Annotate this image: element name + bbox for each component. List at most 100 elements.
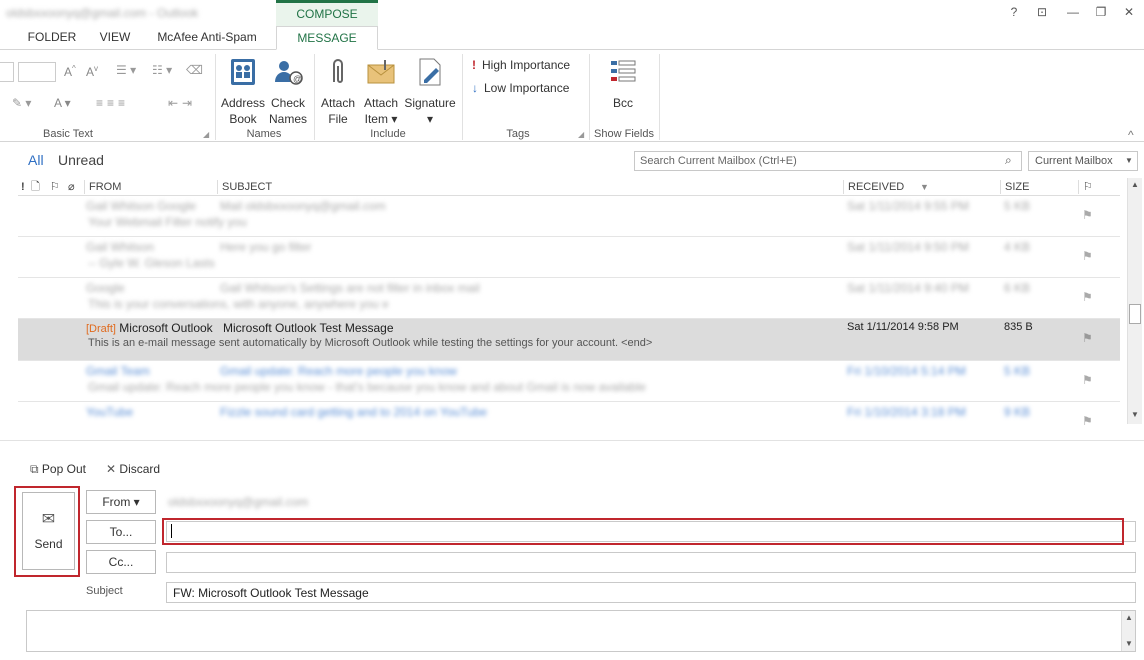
address-book-button[interactable]: Address Book (219, 56, 267, 127)
list-item[interactable]: YouTube Fizzle sound card getting and to… (18, 402, 1120, 438)
high-importance-button[interactable]: ! High Importance (472, 58, 570, 72)
group-separator (314, 54, 315, 140)
dialog-launcher-icon[interactable]: ◢ (203, 130, 209, 139)
flag-icon[interactable]: ⚑ (1082, 414, 1093, 428)
search-scope-dropdown[interactable]: Current Mailbox ▼ (1028, 151, 1138, 171)
importance-column-icon[interactable]: ! (21, 180, 25, 194)
attachment-column-icon[interactable]: ⌀ (68, 180, 75, 194)
shrink-font-icon[interactable]: Av (86, 64, 98, 79)
maximize-button[interactable]: ❐ (1092, 4, 1110, 20)
check-names-icon: @ (275, 61, 303, 85)
bcc-button[interactable]: Bcc (600, 56, 646, 111)
attach-file-button[interactable]: Attach File (318, 56, 358, 127)
tab-view[interactable]: VIEW (92, 26, 138, 48)
draft-from: [Draft] Microsoft Outlook (86, 321, 213, 335)
indent-icons[interactable]: ⇤⇥ (168, 96, 196, 110)
close-button[interactable]: ✕ (1120, 4, 1138, 20)
filter-all[interactable]: All (28, 152, 44, 168)
scroll-up-icon[interactable]: ▲ (1131, 180, 1139, 189)
envelope-attach-icon (367, 60, 395, 84)
flag-icon[interactable]: ⚑ (1082, 249, 1093, 263)
clear-formatting-icon[interactable]: ⌫ (186, 63, 203, 77)
bullets-icon[interactable]: ☰ ▾ (116, 63, 136, 77)
signature-icon (419, 58, 441, 86)
from-address: oldsbxxoonyq@gmail.com (168, 495, 309, 509)
column-from[interactable]: FROM (84, 180, 121, 194)
collapse-ribbon-icon[interactable]: ^ (1128, 128, 1134, 142)
arrow-down-icon: ↓ (472, 81, 478, 95)
low-importance-button[interactable]: ↓ Low Importance (472, 81, 569, 95)
list-item[interactable]: Google Gail Whitson's Settings are not f… (18, 278, 1120, 319)
send-button[interactable]: ✉ Send (22, 492, 75, 570)
tab-mcafee-anti-spam[interactable]: McAfee Anti-Spam (148, 26, 266, 48)
message-body[interactable]: ▲ ▼ (26, 610, 1136, 652)
pop-out-button[interactable]: ⧉ Pop Out (30, 462, 86, 477)
font-name-combo[interactable] (0, 62, 14, 82)
subject-label: Subject (86, 585, 123, 597)
body-scrollbar[interactable]: ▲ ▼ (1121, 611, 1135, 651)
tab-message[interactable]: MESSAGE (276, 26, 378, 50)
compose-tools-context-label: COMPOSE TOOLS (276, 0, 378, 43)
minimize-button[interactable]: — (1064, 4, 1082, 20)
column-received[interactable]: RECEIVED (843, 180, 904, 194)
flag-icon[interactable]: ⚑ (1082, 290, 1093, 304)
list-item[interactable]: Gmail Team Gmail update: Reach more peop… (18, 361, 1120, 402)
subject-input[interactable]: FW: Microsoft Outlook Test Message (166, 582, 1136, 603)
dialog-launcher-icon[interactable]: ◢ (578, 130, 584, 139)
signature-button[interactable]: Signature ▾ (402, 56, 458, 127)
check-names-button[interactable]: @ Check Names (267, 56, 309, 127)
numbering-icon[interactable]: ☷ ▾ (152, 63, 172, 77)
cc-input[interactable] (166, 552, 1136, 573)
column-size[interactable]: SIZE (1000, 180, 1029, 194)
text-cursor (171, 524, 172, 538)
title-bar: oldsbxxoonyq@gmail.com - Outlook COMPOSE… (0, 0, 1144, 43)
list-item[interactable]: Gail Whitson Google Mail oldsbxxoonyq@gm… (18, 196, 1120, 237)
reminder-column-icon[interactable]: ⚐ (50, 180, 60, 194)
scroll-down-icon[interactable]: ▼ (1131, 410, 1139, 419)
filter-unread[interactable]: Unread (58, 152, 104, 168)
align-icons[interactable]: ≡≡≡ (96, 96, 129, 110)
attach-item-button[interactable]: Attach Item ▾ (360, 56, 402, 127)
search-box[interactable]: Search Current Mailbox (Ctrl+E) ⌕ (634, 151, 1022, 171)
highlight-icon[interactable]: ✎ ▾ (12, 96, 31, 110)
grow-font-icon[interactable]: A^ (64, 64, 76, 79)
flag-icon[interactable]: ⚑ (1082, 331, 1093, 345)
font-color-icon[interactable]: A ▾ (54, 96, 71, 110)
search-scope-value: Current Mailbox (1035, 155, 1113, 167)
discard-button[interactable]: ✕ Discard (106, 462, 160, 476)
svg-text:@: @ (293, 74, 302, 84)
include-group-label: Include (370, 128, 406, 140)
list-item-selected-draft[interactable]: [Draft] Microsoft Outlook Microsoft Outl… (18, 319, 1120, 361)
flag-icon[interactable]: ⚑ (1082, 373, 1093, 387)
help-button[interactable]: ? (1005, 4, 1023, 20)
scroll-thumb[interactable] (1129, 304, 1141, 324)
draft-subject: Microsoft Outlook Test Message (223, 321, 394, 335)
tags-group-label: Tags (506, 128, 530, 140)
from-button[interactable]: From ▾ (86, 490, 156, 514)
cc-button[interactable]: Cc... (86, 550, 156, 574)
close-icon: ✕ (106, 462, 117, 476)
sort-descending-icon: ▼ (920, 182, 929, 192)
address-book-icon (231, 59, 255, 85)
to-input[interactable] (168, 523, 1118, 540)
scroll-up-icon[interactable]: ▲ (1125, 613, 1133, 622)
draft-preview: This is an e-mail message sent automatic… (88, 337, 653, 349)
exclamation-icon: ! (472, 58, 476, 72)
scroll-down-icon[interactable]: ▼ (1125, 639, 1133, 648)
search-icon[interactable]: ⌕ (1005, 153, 1012, 168)
icon-column-icon[interactable]: 🗋 (31, 180, 40, 194)
to-button[interactable]: To... (86, 520, 156, 544)
font-size-combo[interactable] (18, 62, 56, 82)
group-separator (462, 54, 463, 140)
ribbon-display-options-button[interactable]: ⊡ (1033, 4, 1051, 20)
mail-list-scrollbar[interactable]: ▲ ▼ (1127, 178, 1142, 424)
flag-column-icon[interactable]: ⚐ (1078, 180, 1093, 194)
search-input[interactable]: Search Current Mailbox (Ctrl+E) (640, 155, 797, 167)
column-subject[interactable]: SUBJECT (217, 180, 272, 194)
draft-tag: [Draft] (86, 323, 116, 335)
paperclip-icon (333, 59, 343, 83)
tab-folder[interactable]: FOLDER (22, 26, 82, 48)
draft-size: 835 B (1004, 321, 1033, 333)
flag-icon[interactable]: ⚑ (1082, 208, 1093, 222)
list-item[interactable]: Gail Whitson Here you go filter -- Gyle … (18, 237, 1120, 278)
